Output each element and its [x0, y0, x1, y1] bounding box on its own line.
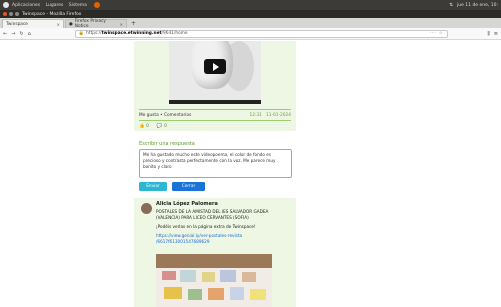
post-line: POSTALES DE LA AMISTAD DEL IES SALVADOR …	[156, 209, 269, 220]
minimize-window-icon[interactable]	[9, 12, 13, 16]
like-comment-link[interactable]: Me gusta • Comentarios	[139, 113, 191, 118]
post-body: POSTALES DE LA AMISTAD DEL IES SALVADOR …	[156, 209, 292, 248]
postcard	[250, 289, 266, 300]
postcard	[242, 272, 256, 282]
postcard	[220, 270, 236, 282]
post-link[interactable]: https://view.genial.ly/ver-postales-revi…	[156, 233, 292, 245]
navigation-toolbar: ← → ↻ ⌂ 🔒 https:// twinspace.etwinning.n…	[0, 28, 501, 40]
tab-privacy-notice[interactable]: ● Firefox Privacy Notice ×	[65, 19, 127, 29]
post-stats: 👍 0 💬 0	[139, 124, 167, 129]
bookmark-star-icon[interactable]: ··· ☆	[429, 31, 443, 36]
hamburger-menu-icon[interactable]: ≡	[494, 31, 498, 37]
reload-icon[interactable]: ↻	[19, 31, 23, 37]
tab-label: Twinspace	[6, 21, 28, 27]
comment-icon: 💬	[156, 124, 163, 129]
divider	[139, 120, 291, 121]
back-icon[interactable]: ←	[3, 31, 7, 37]
post-card: Alicia López Palomera POSTALES DE LA AMI…	[134, 198, 296, 307]
window-title: Twinspace - Mozilla Firefox	[22, 11, 82, 17]
maximize-window-icon[interactable]	[15, 12, 19, 16]
close-window-icon[interactable]	[3, 12, 7, 16]
postcard	[202, 272, 215, 282]
postcard	[208, 288, 224, 300]
reply-textarea[interactable]: Me ha gustado mucho este videopoema, el …	[139, 149, 292, 178]
firefox-launcher-icon[interactable]	[93, 2, 100, 8]
post-line: ¡Podéis verlas en la página extra de Twi…	[156, 224, 256, 229]
forward-icon[interactable]: →	[11, 31, 15, 37]
menu-applications[interactable]: Aplicaciones	[12, 3, 40, 8]
like-count[interactable]: 👍 0	[139, 124, 149, 129]
post-author[interactable]: Alicia López Palomera	[156, 201, 218, 207]
page-content: Me gusta • Comentarios 12:31 11-01-2024 …	[0, 41, 501, 307]
new-tab-icon[interactable]: +	[128, 20, 139, 27]
divider	[139, 109, 291, 110]
system-menu[interactable]: Aplicaciones Lugares Sistema	[12, 3, 91, 8]
postcard	[162, 271, 176, 280]
home-icon[interactable]: ⌂	[28, 31, 31, 37]
url-path: /9641/home	[161, 31, 188, 36]
play-icon[interactable]	[204, 59, 226, 74]
video-player[interactable]	[169, 41, 261, 104]
close-button[interactable]: Cerrar	[172, 182, 205, 191]
tab-twinspace[interactable]: Twinspace ×	[2, 19, 64, 28]
toolbar-right: ⫼ ≡	[487, 31, 498, 37]
post-date: 12:31 11-01-2024	[249, 113, 291, 118]
close-icon[interactable]: ×	[57, 22, 60, 27]
url-prefix: https://	[86, 31, 102, 36]
lock-icon[interactable]: 🔒	[79, 31, 84, 36]
postcard	[180, 270, 196, 282]
network-icon[interactable]: ⇅	[449, 3, 453, 8]
firefox-icon: ●	[69, 21, 73, 27]
postcard	[230, 287, 244, 300]
tab-strip: Twinspace × ● Firefox Privacy Notice × +	[0, 18, 501, 29]
reply-heading: Escribir una respuesta	[139, 141, 195, 147]
clock[interactable]: jue 11 de ene, 10:	[457, 3, 498, 8]
system-tray: ⇅ jue 11 de ene, 10:	[449, 3, 498, 8]
comment-count[interactable]: 💬 0	[157, 124, 167, 129]
video-control-bar[interactable]	[169, 100, 261, 104]
url-host: twinspace.etwinning.net	[101, 31, 162, 36]
system-top-bar: Aplicaciones Lugares Sistema ⇅ jue 11 de…	[0, 0, 501, 10]
url-bar[interactable]: 🔒 https:// twinspace.etwinning.net /9641…	[74, 29, 448, 38]
thumbs-up-icon: 👍	[139, 124, 145, 129]
library-icon[interactable]: ⫼	[487, 31, 489, 37]
postcard	[188, 289, 202, 300]
menu-system[interactable]: Sistema	[69, 3, 87, 8]
window-title-bar: Twinspace - Mozilla Firefox	[0, 10, 501, 18]
ubuntu-logo-icon[interactable]	[3, 2, 9, 8]
window-controls	[3, 12, 19, 16]
close-icon[interactable]: ×	[120, 22, 123, 27]
post-card: Me gusta • Comentarios 12:31 11-01-2024 …	[134, 41, 296, 131]
avatar[interactable]	[141, 203, 152, 214]
post-meta: Me gusta • Comentarios 12:31 11-01-2024	[139, 113, 291, 118]
menu-places[interactable]: Lugares	[46, 3, 64, 8]
post-photo[interactable]	[156, 254, 272, 307]
send-button[interactable]: Enviar	[139, 182, 167, 191]
postcard	[164, 287, 182, 299]
